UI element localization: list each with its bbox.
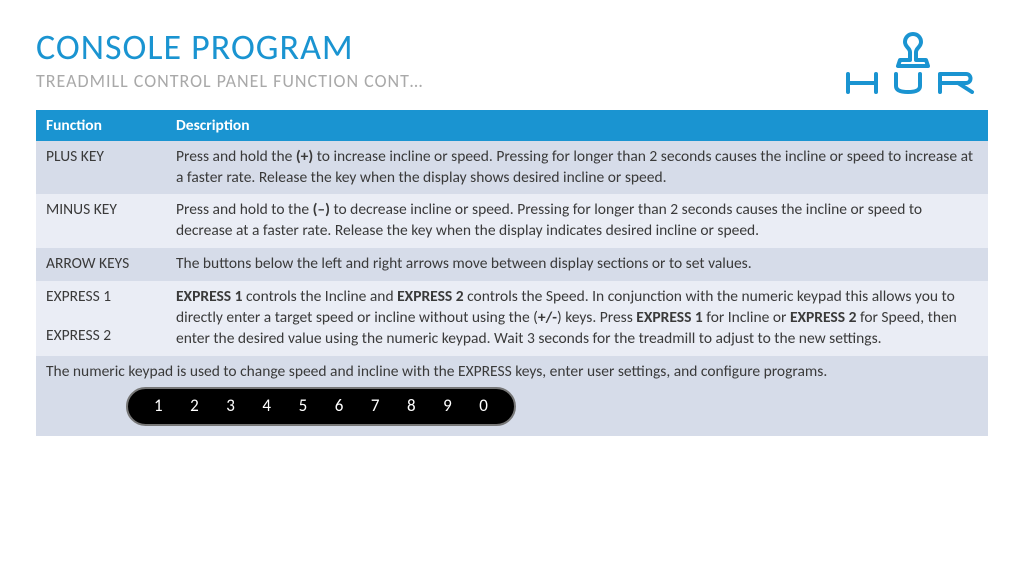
table-row: PLUS KEY Press and hold the (+) to incre… bbox=[36, 141, 988, 195]
func-label: PLUS KEY bbox=[36, 141, 166, 195]
function-table: Function Description PLUS KEY Press and … bbox=[36, 110, 988, 436]
table-footer-row: The numeric keypad is used to change spe… bbox=[36, 356, 988, 436]
table-row: ARROW KEYS The buttons below the left an… bbox=[36, 248, 988, 281]
table-row: EXPRESS 1 EXPRESS 2 EXPRESS 1 controls t… bbox=[36, 281, 988, 356]
hur-logo-icon bbox=[838, 32, 988, 94]
keypad-digit: 0 bbox=[479, 395, 488, 416]
func-label: MINUS KEY bbox=[36, 194, 166, 248]
footer-text: The numeric keypad is used to change spe… bbox=[46, 362, 978, 383]
func-desc: Press and hold the (+) to increase incli… bbox=[166, 141, 988, 195]
header: CONSOLE PROGRAM TREADMILL CONTROL PANEL … bbox=[36, 28, 988, 92]
keypad-digit: 8 bbox=[407, 395, 416, 416]
func-desc: The buttons below the left and right arr… bbox=[166, 248, 988, 281]
func-label: EXPRESS 1 EXPRESS 2 bbox=[36, 281, 166, 356]
func-desc: Press and hold to the (–) to decrease in… bbox=[166, 194, 988, 248]
keypad-digit: 6 bbox=[335, 395, 344, 416]
keypad-digit: 9 bbox=[443, 395, 452, 416]
table-header-row: Function Description bbox=[36, 110, 988, 141]
keypad-digit: 1 bbox=[154, 395, 163, 416]
col-description: Description bbox=[166, 110, 988, 141]
col-function: Function bbox=[36, 110, 166, 141]
keypad-digit: 4 bbox=[262, 395, 271, 416]
func-label: ARROW KEYS bbox=[36, 248, 166, 281]
table-row: MINUS KEY Press and hold to the (–) to d… bbox=[36, 194, 988, 248]
keypad-digit: 2 bbox=[190, 395, 199, 416]
numeric-keypad-icon: 1 2 3 4 5 6 7 8 9 0 bbox=[126, 387, 516, 426]
keypad-digit: 5 bbox=[299, 395, 308, 416]
keypad-digit: 3 bbox=[226, 395, 235, 416]
func-desc: EXPRESS 1 controls the Incline and EXPRE… bbox=[166, 281, 988, 356]
keypad-digit: 7 bbox=[371, 395, 380, 416]
